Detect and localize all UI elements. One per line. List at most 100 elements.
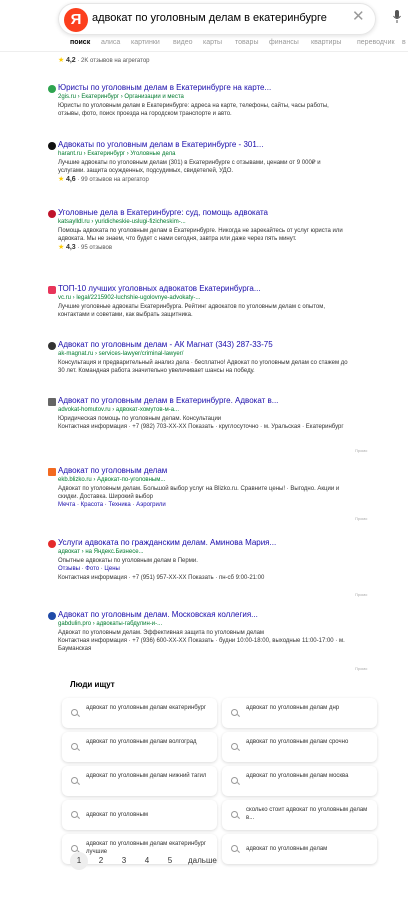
page-5[interactable]: 5 (161, 852, 179, 870)
microphone-icon[interactable] (393, 10, 401, 24)
result-snippet: Опытные адвокаты по уголовным делам в Пе… (58, 558, 198, 564)
result-rating: ★ 4,3 · 95 отзывов (58, 244, 113, 251)
clear-icon[interactable]: ✕ (352, 9, 365, 25)
search-result: Адвокат по уголовным делам - АК Магнат (… (48, 340, 348, 375)
next-page-link[interactable]: дальше (188, 852, 217, 870)
tab-images[interactable]: картинки (131, 39, 160, 46)
result-contact[interactable]: Контактная информация · +7 (936) 600-XX-… (58, 637, 348, 653)
map-pin-favicon-icon (48, 540, 56, 548)
tab-more[interactable]: в (402, 39, 406, 46)
result-title[interactable]: Уголовные дела в Екатеринбурге: суд, пом… (58, 208, 348, 218)
search-result: ТОП-10 лучших уголовных адвокатов Екатер… (48, 284, 348, 319)
search-result: Адвокат по уголовным делам в Екатеринбур… (48, 396, 348, 431)
result-sitelinks[interactable]: Мечта · Красота · Техника · Аэрогрили (58, 501, 348, 510)
result-snippet: Адвокат по уголовным делам. Эффективная … (58, 630, 265, 636)
ad-label: Промо (355, 448, 368, 453)
result-url[interactable]: ak-magnat.ru › services-lawyer/criminal-… (58, 350, 348, 359)
search-result: Уголовные дела в Екатеринбурге: суд, пом… (48, 208, 348, 253)
magnat-favicon-icon (48, 342, 56, 350)
search-icon (71, 845, 78, 852)
result-title[interactable]: Адвокат по уголовным делам (58, 466, 348, 476)
related-query[interactable]: адвокат по уголовным делам москва (222, 766, 377, 796)
ad-label: Промо (355, 516, 368, 521)
result-title[interactable]: Юристы по уголовным делам в Екатеринбург… (58, 83, 348, 93)
star-icon: ★ (58, 176, 65, 183)
tab-maps[interactable]: карты (203, 39, 222, 46)
gabdulin-favicon-icon (48, 612, 56, 620)
header: Я адвокат по уголовным делам в екатеринб… (0, 0, 408, 38)
result-contact[interactable]: Контактная информация · +7 (982) 703-XX-… (58, 423, 348, 431)
result-url[interactable]: gabdulin.pro › адвокаты-габдулин-и-... (58, 620, 348, 629)
tab-finance[interactable]: финансы (269, 39, 299, 46)
search-input[interactable]: адвокат по уголовным делам в екатеринбур… (92, 12, 327, 24)
related-query[interactable]: адвокат по уголовным делам нижний тагил (62, 766, 217, 796)
result-url[interactable]: advokat-homutov.ru › адвокат-хомутов-м-а… (58, 406, 348, 415)
result-snippet: Юристы по уголовным делам в Екатеринбург… (58, 103, 329, 117)
homutov-favicon-icon (48, 398, 56, 406)
search-result: Юристы по уголовным делам в Екатеринбург… (48, 83, 348, 118)
search-icon (71, 777, 78, 784)
tab-translator[interactable]: переводчик (357, 39, 395, 46)
related-query[interactable]: адвокат по уголовным делам днр (222, 698, 377, 728)
tab-apartments[interactable]: квартиры (311, 39, 341, 46)
result-sitelinks[interactable]: Отзывы · Фото · Цены (58, 565, 348, 574)
result-snippet: Лучшие уголовные адвокаты Екатеринбурга.… (58, 304, 326, 318)
people-search-heading: Люди ищут (70, 680, 115, 689)
page-2[interactable]: 2 (92, 852, 110, 870)
harant-favicon-icon (48, 142, 56, 150)
vc-favicon-icon (48, 286, 56, 294)
result-rating: ★ 4,6 · 99 отзывов на агрегатор (58, 176, 149, 183)
result-url[interactable]: vc.ru › legal/2215902-luchshie-ugolovnye… (58, 294, 348, 303)
page-3[interactable]: 3 (115, 852, 133, 870)
result-title[interactable]: Услуги адвоката по гражданским делам. Ам… (58, 538, 348, 548)
related-query[interactable]: сколько стоит адвокат по уголовным делам… (222, 800, 377, 830)
result-url[interactable]: harant.ru › Екатеринбург › Уголовные дел… (58, 150, 348, 159)
related-query[interactable]: адвокат по уголовным делам (222, 834, 377, 864)
page-4[interactable]: 4 (138, 852, 156, 870)
search-result: Услуги адвоката по гражданским делам. Ам… (48, 538, 348, 582)
search-result: Адвокат по уголовным делам ekb.blizko.ru… (48, 466, 348, 510)
result-title[interactable]: Адвокат по уголовным делам - АК Магнат (… (58, 340, 348, 350)
ad-label: Промо (355, 666, 368, 671)
search-icon (71, 811, 78, 818)
star-icon: ★ (58, 57, 65, 64)
ad-label: Промо (355, 592, 368, 597)
result-snippet: Адвокат по уголовным делам. Большой выбо… (58, 486, 340, 500)
result-contact[interactable]: Контактная информация · +7 (951) 957-XX-… (58, 574, 348, 582)
search-icon (231, 811, 238, 818)
related-query[interactable]: адвокат по уголовным (62, 800, 217, 830)
result-title[interactable]: Адвокаты по уголовным делам в Екатеринбу… (58, 140, 348, 150)
search-icon (231, 743, 238, 750)
blizko-favicon-icon (48, 468, 56, 476)
related-query[interactable]: адвокат по уголовным делам волгоград (62, 732, 217, 762)
search-icon (231, 777, 238, 784)
result-url[interactable]: адвокат › на Яндекс.Бизнесе... (58, 548, 348, 557)
result-title[interactable]: ТОП-10 лучших уголовных адвокатов Екатер… (58, 284, 348, 294)
search-result: Адвокаты по уголовным делам в Екатеринбу… (48, 140, 348, 185)
search-icon (71, 743, 78, 750)
2gis-favicon-icon (48, 85, 56, 93)
related-query[interactable]: адвокат по уголовным делам екатеринбург (62, 698, 217, 728)
result-title[interactable]: Адвокат по уголовным делам. Московская к… (58, 610, 348, 620)
search-icon (231, 845, 238, 852)
search-icon (231, 709, 238, 716)
tab-products[interactable]: товары (235, 39, 258, 46)
tab-alice[interactable]: алиса (101, 39, 120, 46)
tab-video[interactable]: видео (173, 39, 193, 46)
checkmark-favicon-icon (48, 210, 56, 218)
tab-search[interactable]: поиск (70, 39, 90, 46)
page-1[interactable]: 1 (70, 852, 88, 870)
yandex-logo[interactable]: Я (64, 8, 88, 32)
result-title[interactable]: Адвокат по уголовным делам в Екатеринбур… (58, 396, 348, 406)
result-snippet: Лучшие адвокаты по уголовным делам (301)… (58, 160, 321, 174)
result-snippet: Консультация и предварительный анализ де… (58, 360, 348, 374)
result-url[interactable]: ekb.blizko.ru › Адвокат-по-уголовным... (58, 476, 348, 485)
result-url[interactable]: katsaylldl.ru › yuridicheskie-uslugi-fiz… (58, 218, 348, 227)
search-tabs: поиск алиса картинки видео карты товары … (0, 38, 408, 52)
result-snippet: Юридическая помощь по уголовным делам. К… (58, 416, 222, 422)
search-result: Адвокат по уголовным делам. Московская к… (48, 610, 348, 653)
related-query[interactable]: адвокат по уголовным делам срочно (222, 732, 377, 762)
result-snippet: Помощь адвоката по уголовным делам в Ека… (58, 228, 343, 242)
search-icon (71, 709, 78, 716)
result-url[interactable]: 2gis.ru › Екатеринбург › Организации и м… (58, 93, 348, 102)
